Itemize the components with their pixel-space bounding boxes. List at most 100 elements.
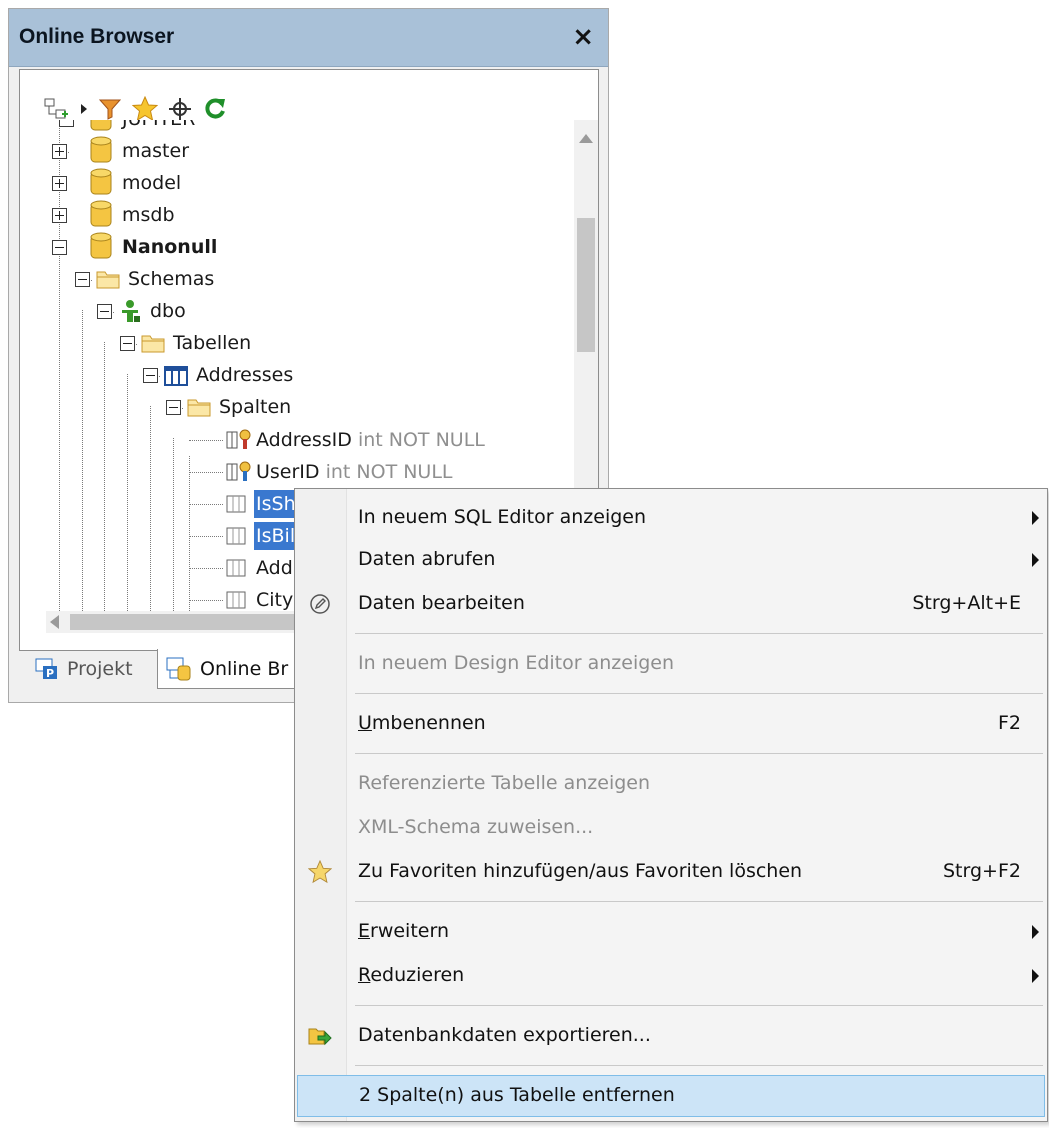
menu-item-collapse[interactable]: Reduzieren: [297, 957, 1045, 995]
close-icon[interactable]: ×: [572, 22, 594, 52]
project-icon: P: [35, 658, 57, 680]
menu-item-retrieve-data[interactable]: Daten abrufen: [297, 541, 1045, 579]
database-icon: [90, 232, 112, 259]
collapse-toggle[interactable]: [166, 400, 181, 415]
menu-item-shortcut: F2: [997, 712, 1021, 734]
menu-separator: [355, 901, 1043, 902]
menu-item-assign-xml-schema: XML-Schema zuweisen...: [297, 809, 1045, 847]
tree-item-schemas[interactable]: Schemas: [128, 265, 214, 293]
vertical-scroll-thumb[interactable]: [577, 218, 595, 352]
tree-item-city[interactable]: City: [256, 586, 293, 611]
tree-item-addressid[interactable]: AddressID int NOT NULL: [256, 426, 485, 454]
menu-separator: [355, 1005, 1043, 1006]
expand-toggle[interactable]: [52, 144, 67, 159]
mnemonic-letter: E: [358, 920, 371, 942]
folder-icon: [141, 335, 165, 353]
menu-item-shortcut: Strg+F2: [943, 860, 1021, 882]
collapse-toggle[interactable]: [120, 336, 135, 351]
menu-separator: [355, 633, 1043, 634]
submenu-arrow-icon: [1032, 511, 1039, 525]
menu-item-remove-columns[interactable]: 2 Spalte(n) aus Tabelle entfernen: [297, 1075, 1045, 1117]
primary-key-column-icon: [226, 429, 251, 449]
column-name: UserID: [256, 461, 320, 483]
menu-item-show-referenced-table: Referenzierte Tabelle anzeigen: [297, 765, 1045, 803]
tab-label: Online Br: [200, 657, 289, 680]
tab-label: Projekt: [67, 658, 133, 680]
menu-item-show-in-sql-editor[interactable]: In neuem SQL Editor anzeigen: [297, 499, 1045, 537]
horizontal-scroll-thumb[interactable]: [70, 614, 330, 630]
collapse-toggle[interactable]: [75, 272, 90, 287]
menu-item-edit-data[interactable]: Daten bearbeiten Strg+Alt+E: [297, 585, 1045, 623]
expand-toggle[interactable]: [52, 208, 67, 223]
menu-item-show-in-design-editor: In neuem Design Editor anzeigen: [297, 645, 1045, 683]
menu-item-label: In neuem Design Editor anzeigen: [358, 652, 675, 674]
menu-item-label: Umbenennen: [358, 712, 486, 734]
menu-separator: [355, 693, 1043, 694]
scroll-up-arrow-icon[interactable]: [579, 134, 593, 143]
column-icon: [226, 591, 246, 609]
mnemonic-letter: U: [358, 712, 372, 734]
column-datatype: int NOT NULL: [357, 429, 485, 451]
tree-item-model[interactable]: model: [122, 169, 181, 197]
context-menu: In neuem SQL Editor anzeigen Daten abruf…: [294, 488, 1048, 1122]
mnemonic-letter: R: [358, 964, 371, 986]
menu-item-label: In neuem SQL Editor anzeigen: [358, 506, 647, 528]
label-rest: rweitern: [370, 920, 449, 942]
tree-item-addresses[interactable]: Addresses: [196, 361, 293, 389]
menu-item-label: 2 Spalte(n) aus Tabelle entfernen: [359, 1084, 675, 1106]
menu-item-label: Daten bearbeiten: [358, 592, 525, 614]
menu-item-toggle-favorite[interactable]: Zu Favoriten hinzufügen/aus Favoriten lö…: [297, 853, 1045, 891]
folder-icon: [187, 399, 211, 417]
menu-item-label: Erweitern: [358, 920, 449, 942]
menu-item-label: XML-Schema zuweisen...: [358, 816, 594, 838]
collapse-toggle[interactable]: [143, 368, 158, 383]
menu-item-label: Zu Favoriten hinzufügen/aus Favoriten lö…: [358, 860, 803, 882]
table-icon: [164, 366, 188, 386]
folder-icon: [96, 271, 120, 289]
tree-item-userid[interactable]: UserID int NOT NULL: [256, 458, 453, 486]
column-datatype: int NOT NULL: [325, 461, 453, 483]
column-icon: [226, 559, 246, 577]
scroll-left-arrow-icon[interactable]: [50, 615, 59, 629]
svg-text:P: P: [46, 667, 54, 680]
database-icon: [90, 120, 112, 131]
menu-item-export-database-data[interactable]: Datenbankdaten exportieren...: [297, 1017, 1045, 1055]
tree-item-dbo[interactable]: dbo: [150, 297, 186, 325]
label-rest: mbenennen: [371, 712, 486, 734]
column-icon: [226, 527, 246, 545]
menu-separator: [355, 1065, 1043, 1066]
submenu-arrow-icon: [1032, 925, 1039, 939]
database-icon: [90, 200, 112, 227]
menu-item-rename[interactable]: Umbenennen F2: [297, 705, 1045, 743]
menu-item-label: Referenzierte Tabelle anzeigen: [358, 772, 651, 794]
export-icon: [307, 1023, 333, 1049]
menu-item-expand[interactable]: Erweitern: [297, 913, 1045, 951]
collapse-toggle[interactable]: [97, 304, 112, 319]
menu-item-shortcut: Strg+Alt+E: [912, 592, 1021, 614]
panel-title-bar: Online Browser ×: [9, 9, 608, 67]
tree-item-nanonull[interactable]: Nanonull: [122, 233, 217, 261]
panel-title: Online Browser: [19, 25, 175, 48]
online-browser-icon: [166, 657, 191, 680]
collapse-toggle[interactable]: [59, 120, 74, 127]
database-icon: [90, 168, 112, 195]
tree-item-spalten[interactable]: Spalten: [219, 393, 291, 421]
tab-projekt[interactable]: P Projekt: [27, 649, 141, 689]
tree-item-master[interactable]: master: [122, 137, 189, 165]
menu-separator: [355, 753, 1043, 754]
tree-item-jupiter[interactable]: JUPITER: [122, 120, 195, 133]
favorite-star-icon: [307, 859, 333, 885]
menu-item-label: Reduzieren: [358, 964, 464, 986]
column-name: AddressID: [256, 429, 352, 451]
foreign-key-column-icon: [226, 461, 251, 481]
expand-toggle[interactable]: [52, 176, 67, 191]
schema-user-icon: [122, 300, 140, 322]
tree-item-msdb[interactable]: msdb: [122, 201, 175, 229]
column-icon: [226, 495, 246, 513]
tree-item-tabellen[interactable]: Tabellen: [173, 329, 251, 357]
collapse-toggle[interactable]: [52, 240, 67, 255]
database-icon: [90, 136, 112, 163]
submenu-arrow-icon: [1032, 969, 1039, 983]
menu-item-label: Datenbankdaten exportieren...: [358, 1024, 651, 1046]
menu-item-label: Daten abrufen: [358, 548, 496, 570]
